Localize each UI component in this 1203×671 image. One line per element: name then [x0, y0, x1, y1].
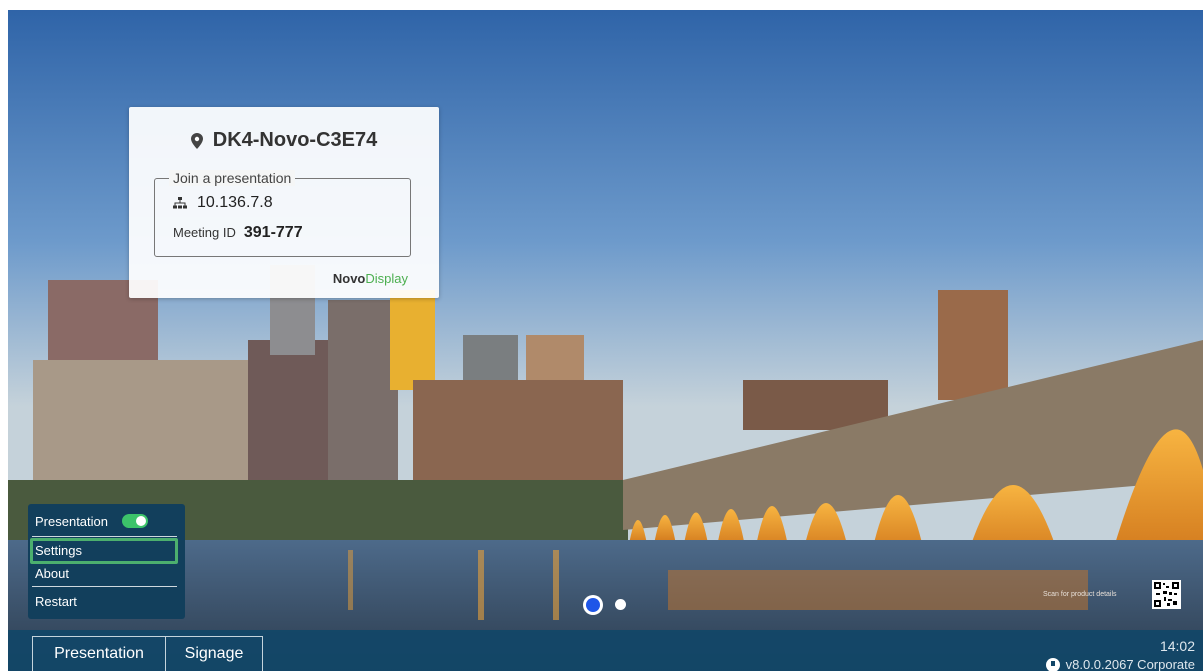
novodisplay-logo: NovoDisplay	[332, 271, 408, 286]
device-title: DK4-Novo-C3E74	[129, 129, 439, 152]
toggle-knob	[136, 516, 146, 526]
menu-item-settings[interactable]: Settings	[35, 543, 82, 558]
meeting-id-row: Meeting ID 391-777	[173, 224, 303, 242]
menu-item-about[interactable]: About	[35, 566, 69, 581]
join-label: Join a presentation	[169, 170, 296, 186]
qr-code[interactable]	[1152, 580, 1181, 609]
download-icon	[1045, 657, 1060, 671]
network-icon	[173, 197, 187, 209]
menu-divider	[32, 536, 177, 537]
ip-row: 10.136.7.8	[173, 194, 273, 212]
meeting-id-label: Meeting ID	[173, 225, 236, 240]
menu-divider	[32, 586, 177, 587]
qr-caption: Scan for product details	[1043, 591, 1117, 598]
clock: 14:02	[1159, 638, 1195, 654]
device-name: DK4-Novo-C3E74	[212, 129, 378, 151]
join-presentation-box: Join a presentation 10.136.7.8 Meeting I…	[154, 170, 411, 257]
presentation-toggle-label: Presentation	[35, 514, 108, 529]
display-screen: DK4-Novo-C3E74 Join a presentation 10.13…	[8, 10, 1203, 671]
qr-code-icon	[1154, 582, 1179, 607]
pager-dot[interactable]	[615, 599, 626, 610]
menu-item-restart[interactable]: Restart	[35, 594, 77, 609]
location-pin-icon	[190, 132, 203, 149]
version-text: v8.0.0.2067 Corporate	[1065, 657, 1195, 671]
pager-dot-active[interactable]	[583, 595, 603, 615]
popup-menu: Presentation Settings About Restart	[28, 504, 185, 619]
tab-presentation[interactable]: Presentation	[32, 636, 166, 671]
ip-address: 10.136.7.8	[197, 194, 273, 211]
tab-signage[interactable]: Signage	[165, 636, 263, 671]
connection-info-card: DK4-Novo-C3E74 Join a presentation 10.13…	[129, 107, 439, 298]
presentation-toggle[interactable]	[122, 514, 148, 528]
bottom-bar: Presentation Signage 14:02 v8.0.0.2067 C…	[8, 630, 1203, 671]
version-info: v8.0.0.2067 Corporate	[1045, 657, 1195, 671]
meeting-id-value: 391-777	[243, 224, 303, 241]
